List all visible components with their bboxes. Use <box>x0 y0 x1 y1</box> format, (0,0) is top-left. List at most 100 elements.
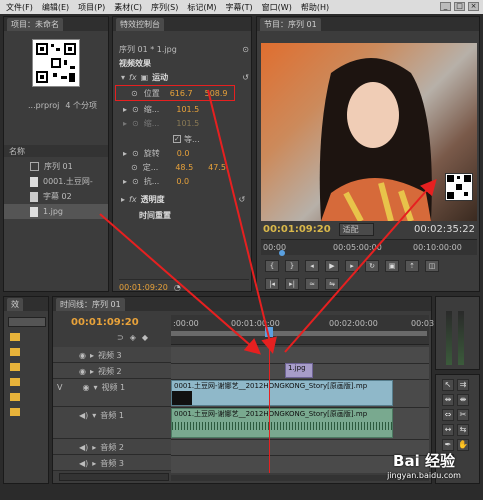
anchor-y-value[interactable]: 47.5 <box>208 163 226 172</box>
fit-dropdown[interactable]: 适配 <box>338 222 374 236</box>
rate-stretch-tool-icon[interactable]: ⇔ <box>442 409 454 421</box>
playhead-marker[interactable] <box>279 250 285 256</box>
stopwatch-icon[interactable]: ⊙ <box>131 163 138 172</box>
effects-time-display[interactable]: 00:01:09:20 <box>119 283 168 292</box>
menu-project[interactable]: 项目(P) <box>78 2 105 13</box>
folder-icon[interactable] <box>10 363 20 371</box>
lift-button[interactable]: ⇡ <box>405 260 419 272</box>
menu-file[interactable]: 文件(F) <box>6 2 33 13</box>
expand-icon[interactable]: ▾ <box>92 411 96 420</box>
slip-tool-icon[interactable]: ↔ <box>442 424 454 436</box>
anchor-x-value[interactable]: 48.5 <box>175 163 193 172</box>
mark-out-button[interactable]: } <box>285 260 299 272</box>
jog-button[interactable]: ≈ <box>305 278 319 290</box>
tab-program[interactable]: 节目：序列 01 <box>260 17 321 31</box>
eye-icon[interactable]: ◉ <box>79 351 86 360</box>
maximize-button[interactable]: □ <box>454 2 465 11</box>
speaker-icon[interactable]: ◀) <box>79 443 88 452</box>
menu-clip[interactable]: 素材(C) <box>114 2 142 13</box>
minimize-button[interactable]: _ <box>440 2 451 11</box>
expand-icon[interactable]: ▸ <box>90 367 94 376</box>
work-area-bar[interactable] <box>171 331 427 336</box>
expand-icon[interactable]: ▸ <box>92 443 96 452</box>
project-column-header[interactable]: 名称 <box>4 145 108 157</box>
speaker-icon[interactable]: ◀) <box>79 459 88 468</box>
menu-edit[interactable]: 编辑(E) <box>42 2 69 13</box>
play-button[interactable]: ▶ <box>325 260 339 272</box>
video-target-label[interactable]: V <box>57 383 62 392</box>
expand-triangle-icon[interactable]: ▾ <box>121 73 125 82</box>
video-clip[interactable]: 0001.土豆网-谢娜艺__2012HONGKONG_Story[原画版].mp <box>171 380 393 406</box>
razor-tool-icon[interactable]: ✂ <box>457 409 469 421</box>
position-y-value[interactable]: 508.9 <box>205 89 228 98</box>
safe-margins-button[interactable]: ▣ <box>385 260 399 272</box>
reset-icon[interactable]: ↺ <box>239 195 246 204</box>
program-current-time[interactable]: 00:01:09:20 <box>263 224 331 235</box>
reset-icon[interactable]: ↺ <box>242 73 249 82</box>
zoom-icon[interactable]: ◔ <box>174 283 181 292</box>
scale-value[interactable]: 101.5 <box>176 105 199 114</box>
panel-menu-icon[interactable]: ⊙ <box>242 45 249 54</box>
audio-clip[interactable]: 0001.土豆网-谢娜艺__2012HONGKONG_Story[原画版].mp <box>171 408 393 438</box>
position-x-value[interactable]: 616.7 <box>170 89 193 98</box>
stopwatch-icon[interactable]: ⊙ <box>132 149 139 158</box>
flicker-value[interactable]: 0.0 <box>176 177 189 186</box>
list-item[interactable]: 0001.土豆网- <box>4 174 108 189</box>
expand-icon[interactable]: ▸ <box>92 459 96 468</box>
stopwatch-icon[interactable]: ⊙ <box>132 177 139 186</box>
snap-icon[interactable]: ⊃ <box>117 333 124 342</box>
track-select-tool-icon[interactable]: ⇉ <box>457 379 469 391</box>
list-item[interactable]: 1.jpg <box>4 204 108 219</box>
tab-effect-controls[interactable]: 特效控制台 <box>116 17 164 31</box>
ripple-edit-tool-icon[interactable]: ⇹ <box>442 394 454 406</box>
timeline-current-time[interactable]: 00:01:09:20 <box>71 317 139 328</box>
step-forward-button[interactable]: ▸ <box>345 260 359 272</box>
effects-search-input[interactable] <box>8 317 46 327</box>
fx-icon[interactable]: fx <box>129 195 137 204</box>
expand-icon[interactable]: ▸ <box>123 105 127 114</box>
image-clip[interactable]: 1.jpg <box>285 363 313 378</box>
tab-project[interactable]: 项目：未命名 <box>7 17 63 31</box>
folder-icon[interactable] <box>10 393 20 401</box>
marker-icon[interactable]: ◈ <box>130 333 136 342</box>
rolling-edit-tool-icon[interactable]: ⇼ <box>457 394 469 406</box>
close-button[interactable]: × <box>468 2 479 11</box>
list-item[interactable]: 字幕 02 <box>4 189 108 204</box>
folder-icon[interactable] <box>10 408 20 416</box>
go-to-in-button[interactable]: |◂ <box>265 278 279 290</box>
keyframe-icon[interactable]: ◆ <box>142 333 148 342</box>
program-time-ruler[interactable]: 00:00 00:05:00:00 00:10:00:00 <box>261 239 477 256</box>
timeline-ruler[interactable]: :00:00 00:01:00:00 00:02:00:00 00:03 <box>171 315 434 345</box>
expand-icon[interactable]: ▸ <box>90 351 94 360</box>
tab-timeline[interactable]: 时间线：序列 01 <box>56 297 125 311</box>
rotation-value[interactable]: 0.0 <box>177 149 190 158</box>
uniform-scale-checkbox[interactable]: ✓ <box>173 135 181 143</box>
stopwatch-icon[interactable]: ⊙ <box>131 89 138 98</box>
speaker-icon[interactable]: ◀) <box>79 411 88 420</box>
mark-in-button[interactable]: { <box>265 260 279 272</box>
fx-icon[interactable]: fx <box>129 73 137 82</box>
expand-icon[interactable]: ▾ <box>93 383 97 392</box>
eye-icon[interactable]: ◉ <box>82 383 89 392</box>
menu-window[interactable]: 窗口(W) <box>262 2 292 13</box>
eye-icon[interactable]: ◉ <box>79 367 86 376</box>
menu-sequence[interactable]: 序列(S) <box>151 2 178 13</box>
slide-tool-icon[interactable]: ⇆ <box>457 424 469 436</box>
menu-marker[interactable]: 标记(M) <box>187 2 216 13</box>
folder-icon[interactable] <box>10 348 20 356</box>
selection-tool-icon[interactable]: ↖ <box>442 379 454 391</box>
step-back-button[interactable]: ◂ <box>305 260 319 272</box>
export-frame-button[interactable]: ◫ <box>425 260 439 272</box>
tab-effects[interactable]: 效 <box>7 297 23 311</box>
timeline-zoom-slider[interactable] <box>59 473 169 481</box>
menu-title[interactable]: 字幕(T) <box>226 2 253 13</box>
list-item[interactable]: 序列 01 <box>4 159 108 174</box>
folder-icon[interactable] <box>10 378 20 386</box>
menu-help[interactable]: 帮助(H) <box>301 2 329 13</box>
folder-icon[interactable] <box>10 333 20 341</box>
playhead-handle[interactable] <box>265 327 273 337</box>
trim-button[interactable]: ⇋ <box>325 278 339 290</box>
stopwatch-icon[interactable]: ⊙ <box>132 105 139 114</box>
go-to-out-button[interactable]: ▸| <box>285 278 299 290</box>
loop-button[interactable]: ↻ <box>365 260 379 272</box>
